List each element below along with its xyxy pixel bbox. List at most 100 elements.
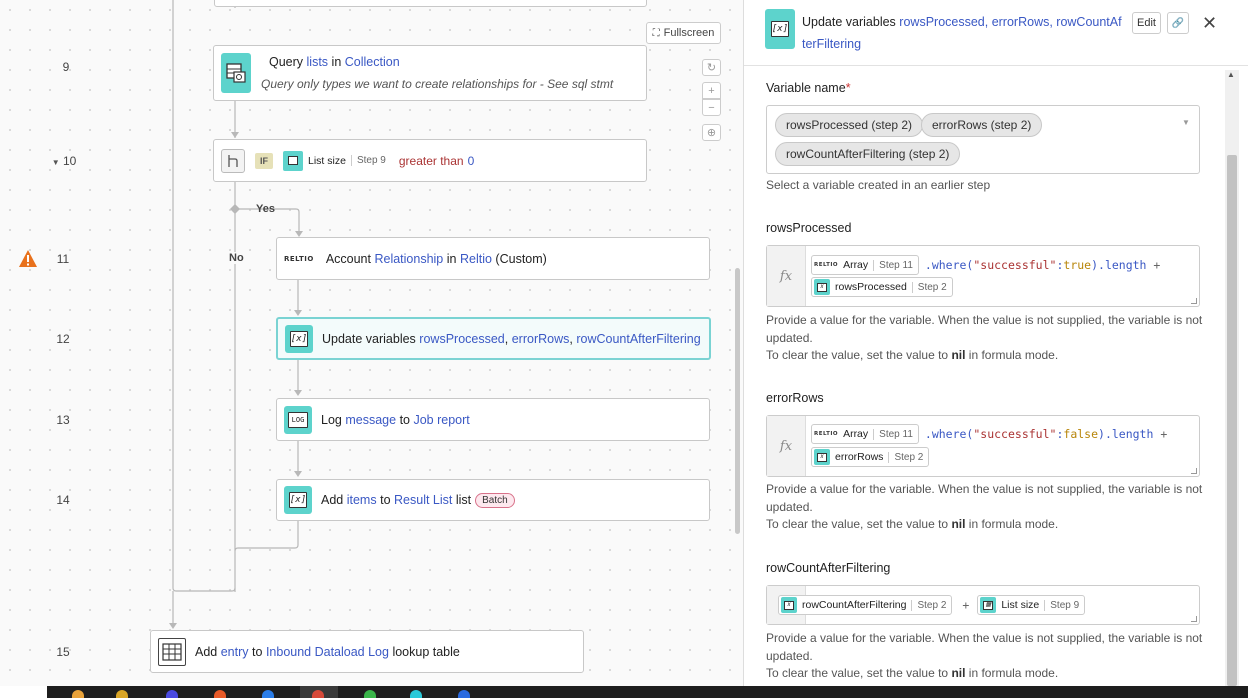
formula-icon[interactable]: fx — [767, 246, 806, 306]
compare-value: 0 — [467, 153, 475, 168]
panel-header: [x] Update variables rowsProcessed, erro… — [744, 0, 1248, 66]
taskbar-app-icon[interactable] — [166, 690, 178, 698]
step-number-14: 14 — [56, 493, 70, 507]
step-12-title: Update variables rowsProcessed, errorRow… — [322, 331, 701, 346]
collection-query-icon — [221, 53, 251, 93]
step-number-12: 12 — [56, 332, 70, 346]
step-number-10[interactable]: ▼ 10 — [44, 154, 84, 168]
reset-view-button[interactable]: ↻ — [702, 59, 721, 76]
rowsprocessed-step2-pill[interactable]: x rowsProcessed Step 2 — [811, 277, 953, 297]
variable-name-label: Variable name* — [766, 81, 851, 95]
step-10-card[interactable]: IF List size Step 9 greater than 0 — [213, 139, 647, 182]
errorrows-formula-input[interactable]: fx RELTIO Array Step 11 .where("successful… — [766, 415, 1200, 477]
variable-icon: [x] — [285, 324, 313, 353]
close-icon[interactable]: ✕ — [1202, 13, 1217, 34]
taskbar-app-icon[interactable] — [410, 690, 422, 698]
step-9-title: Query lists in Collection — [269, 55, 400, 69]
step-12-card-selected[interactable]: [x] Update variables rowsProcessed, erro… — [276, 317, 711, 360]
variable-multiselect[interactable]: rowsProcessed (step 2) errorRows (step 2… — [766, 105, 1200, 174]
resize-handle[interactable] — [1191, 468, 1197, 474]
canvas-scrollbar[interactable] — [735, 268, 740, 534]
fullscreen-button[interactable]: ⛶ Fullscreen — [646, 22, 721, 44]
taskbar-app-icon[interactable] — [214, 690, 226, 698]
variable-chip[interactable]: rowsProcessed (step 2) — [775, 113, 924, 137]
branch-no-label: No — [229, 252, 244, 264]
crosshair-icon: ⊕ — [706, 127, 717, 139]
zoom-in-button[interactable]: + — [702, 82, 721, 99]
taskbar-app-icon[interactable] — [312, 690, 324, 698]
step-15-title: Add entry to Inbound Dataload Log lookup… — [195, 644, 460, 659]
rowcountafterfiltering-formula-input[interactable]: fx xrowCountAfterFilteringStep 2 + ▦List… — [766, 585, 1200, 625]
taskbar-app-icon[interactable] — [72, 690, 84, 698]
collapse-triangle-icon[interactable]: ▼ — [52, 158, 60, 167]
variable-help-text: Select a variable created in an earlier … — [766, 178, 991, 192]
variable-chip[interactable]: errorRows (step 2) — [921, 113, 1043, 137]
lookup-table-icon — [158, 637, 186, 666]
resize-handle[interactable] — [1191, 298, 1197, 304]
os-taskbar — [0, 686, 1248, 698]
formula-code: .where("successful":true).length + — [924, 258, 1161, 272]
rowcountafterfiltering-help: Provide a value for the variable. When t… — [766, 631, 1203, 680]
warning-icon[interactable] — [18, 249, 38, 271]
variable-chip[interactable]: rowCountAfterFiltering (step 2) — [775, 142, 961, 166]
variable-icon: [x] — [284, 486, 312, 514]
errorrows-label: errorRows — [766, 391, 824, 405]
taskbar-app-icon[interactable] — [116, 690, 128, 698]
taskbar-app-icon[interactable] — [458, 690, 470, 698]
fit-view-button[interactable]: ⊕ — [702, 124, 721, 141]
step-9-subtitle: Query only types we want to create relat… — [261, 77, 614, 91]
step-9-lists-link[interactable]: lists — [307, 55, 329, 69]
step-11-card[interactable]: RELTIO Account Relationship in Reltio (C… — [276, 237, 710, 280]
list-size-pill[interactable]: List size Step 9 — [283, 150, 391, 171]
plus-operator: + — [962, 598, 970, 612]
formula-code: .where("successful":false).length + — [924, 427, 1168, 441]
step-details-panel: [x] Update variables rowsProcessed, erro… — [743, 0, 1248, 686]
collection-mini-icon — [283, 150, 303, 171]
workflow-canvas[interactable]: 9 Query lists in Collection Query only t… — [0, 0, 743, 686]
zoom-out-button[interactable]: − — [702, 99, 721, 116]
array-step11-pill[interactable]: RELTIO Array Step 11 — [811, 424, 919, 444]
panel-title: Update variables rowsProcessed, errorRow… — [802, 15, 1122, 51]
link-icon: 🔗 — [1171, 17, 1185, 29]
rowsprocessed-help: Provide a value for the variable. When t… — [766, 313, 1203, 362]
refresh-icon: ↻ — [706, 62, 717, 74]
minus-icon: − — [708, 101, 715, 114]
errorrows-help: Provide a value for the variable. When t… — [766, 482, 1203, 531]
reltio-logo-icon: RELTIO — [284, 254, 314, 263]
expand-icon: ⛶ — [652, 27, 660, 39]
taskbar-app-icon[interactable] — [364, 690, 376, 698]
step-number-15: 15 — [56, 645, 70, 659]
rowsprocessed-formula-input[interactable]: fx RELTIO Array Step 11 .where("successful… — [766, 245, 1200, 307]
step-number-11: 11 — [56, 252, 70, 266]
errorrows-step2-pill[interactable]: x errorRows Step 2 — [811, 447, 930, 467]
operator-text: greater than — [398, 153, 464, 168]
array-step11-pill[interactable]: RELTIO Array Step 11 — [811, 255, 919, 275]
chevron-down-icon[interactable]: ▼ — [1182, 118, 1190, 127]
formula-icon[interactable]: fx — [767, 416, 806, 476]
step-9-collection-link[interactable]: Collection — [345, 55, 400, 69]
step-9-card[interactable]: Query lists in Collection Query only typ… — [213, 45, 647, 101]
scroll-up-icon[interactable]: ▲ — [1227, 70, 1235, 79]
rowsprocessed-label: rowsProcessed — [766, 221, 852, 235]
step-13-card[interactable]: LOG Log message to Job report — [276, 398, 710, 441]
panel-scrollbar[interactable]: ▲ — [1225, 70, 1239, 686]
step-8-card-partial[interactable] — [214, 0, 647, 7]
link-button[interactable]: 🔗 — [1167, 12, 1189, 34]
list-size-step9-pill[interactable]: ▦ List size Step 9 — [977, 595, 1086, 615]
step-14-title: Add items to Result List list — [321, 493, 472, 507]
step-number-13: 13 — [56, 413, 70, 427]
rowcount-step2-pill[interactable]: x rowCountAfterFiltering Step 2 — [778, 595, 953, 615]
taskbar-app-icon[interactable] — [262, 690, 274, 698]
resize-handle[interactable] — [1191, 616, 1197, 622]
step-number-9: 9 — [62, 60, 70, 74]
variable-icon: [x] — [765, 9, 795, 49]
edit-button[interactable]: Edit — [1132, 12, 1161, 34]
step-11-title: Account Relationship in Reltio (Custom) — [325, 251, 547, 266]
if-badge: IF — [255, 152, 273, 169]
branch-icon — [221, 148, 245, 173]
batch-badge: Batch — [475, 492, 515, 508]
plus-icon: + — [708, 84, 715, 97]
step-15-card[interactable]: Add entry to Inbound Dataload Log lookup… — [150, 630, 584, 673]
step-14-card[interactable]: [x] Add items to Result List list Batch — [276, 479, 710, 521]
branch-yes-label: Yes — [256, 203, 275, 215]
